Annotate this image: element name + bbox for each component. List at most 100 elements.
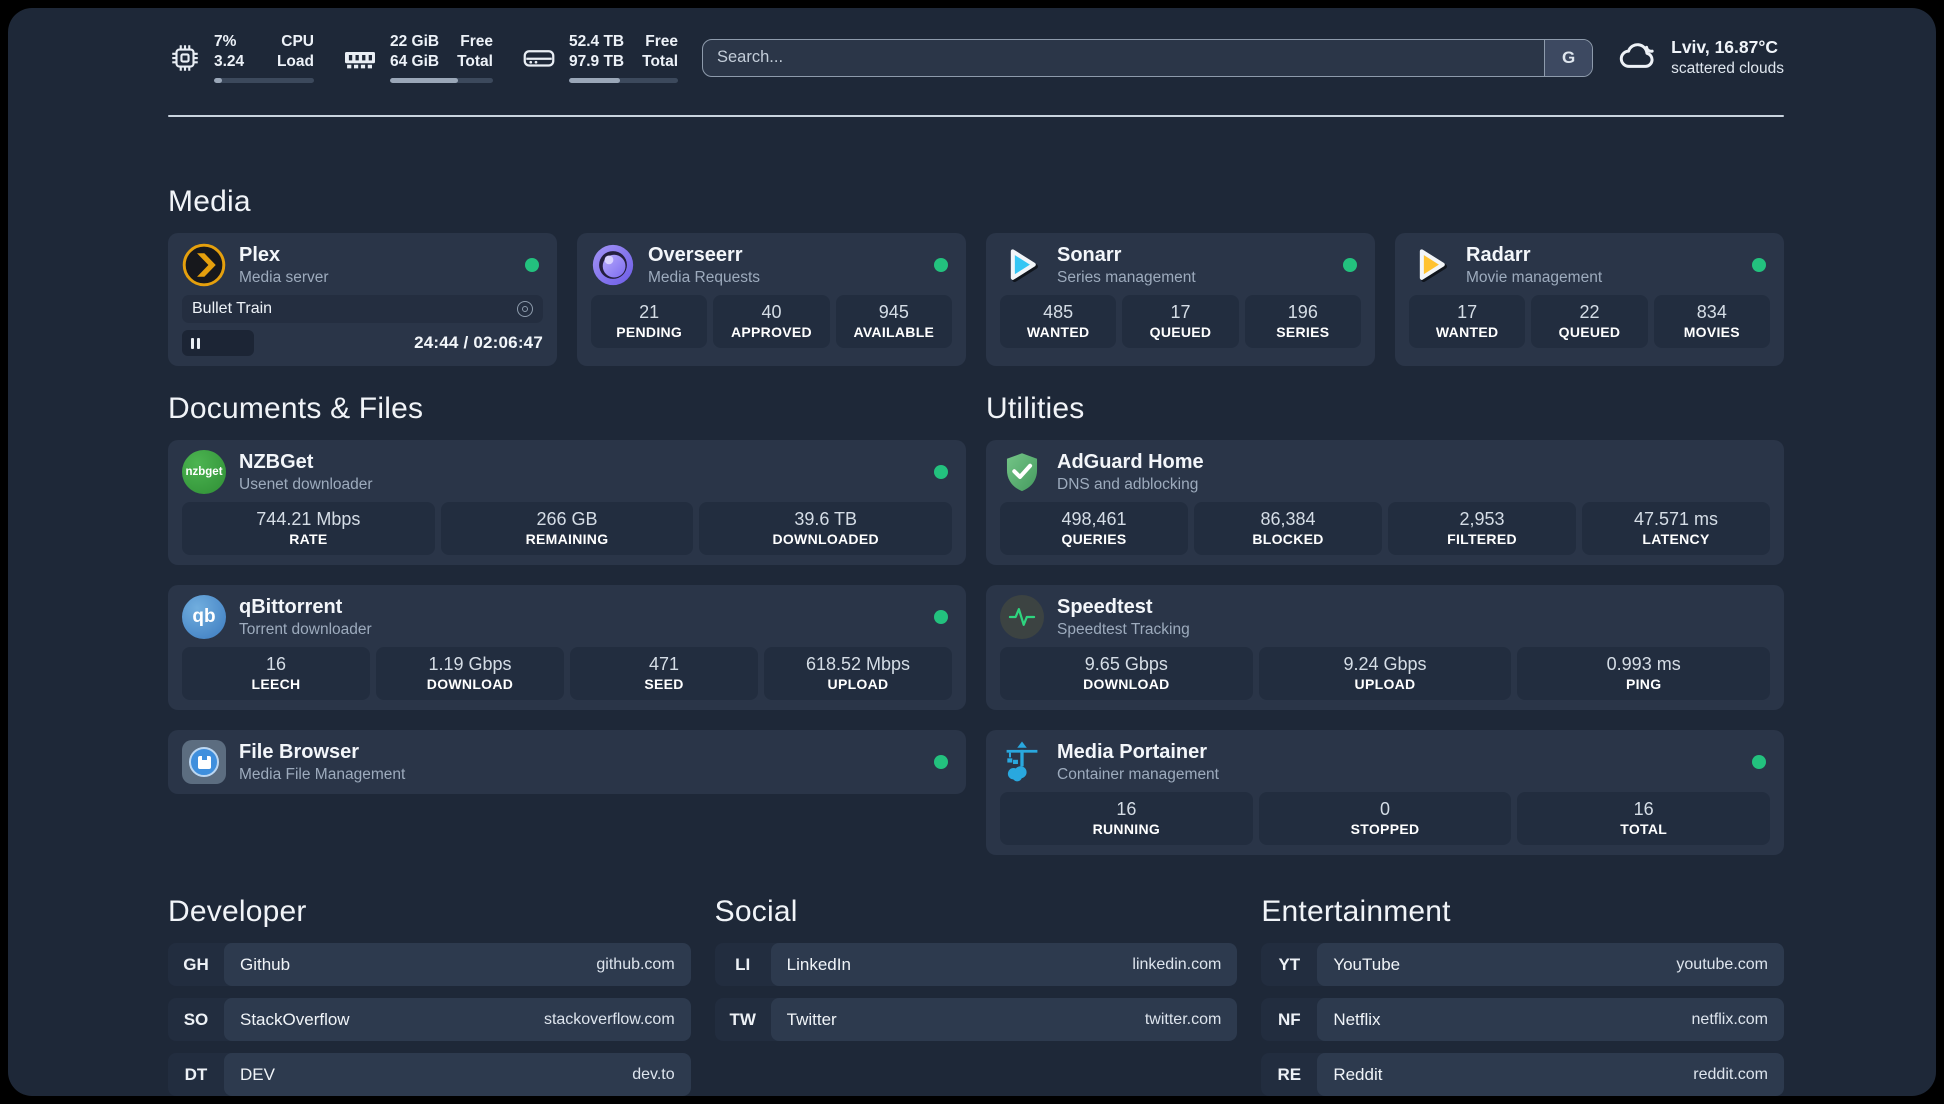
stat-label: APPROVED — [731, 324, 812, 341]
stat-label: RUNNING — [1092, 821, 1161, 838]
stat-label: REMAINING — [525, 531, 609, 548]
card-title: qBittorrent — [239, 596, 343, 619]
link-url: netflix.com — [1691, 1010, 1768, 1028]
stat-label: LEECH — [251, 676, 301, 693]
stat-tile: 9.24 Gbps UPLOAD — [1258, 647, 1512, 701]
filebrowser-icon — [182, 740, 226, 785]
stat-tile: 498,461 QUERIES — [1000, 502, 1188, 556]
link-name: LinkedIn — [786, 954, 851, 974]
status-dot — [1752, 258, 1766, 273]
card-sonarr[interactable]: Sonarr Series management 485 WANTED 17 Q… — [986, 233, 1375, 367]
stat-tile: 471 SEED — [570, 647, 758, 701]
link-linkedin[interactable]: LI LinkedIn linkedin.com — [714, 943, 1238, 987]
section-heading-utilities: Utilities — [986, 392, 1085, 426]
stat-label: WANTED — [1026, 324, 1090, 341]
stat-label: QUEUED — [1558, 324, 1621, 341]
link-url: twitter.com — [1144, 1010, 1222, 1028]
stat-value: 17 — [1457, 302, 1478, 323]
stat-value: 47.571 ms — [1633, 509, 1719, 530]
nzbget-icon: nzbget — [182, 450, 226, 495]
card-overseerr[interactable]: Overseerr Media Requests 21 PENDING 40 A… — [577, 233, 966, 367]
playback-time: 24:44 / 02:06:47 — [414, 333, 543, 353]
header-divider — [168, 115, 1784, 118]
card-subtitle: Torrent downloader — [239, 621, 372, 639]
overseerr-icon — [591, 243, 635, 287]
link-body: YouTube youtube.com — [1317, 943, 1784, 987]
stat-value: 498,461 — [1061, 509, 1127, 530]
card-portainer[interactable]: Media Portainer Container management 16 … — [986, 730, 1784, 856]
card-title: Media Portainer — [1057, 741, 1208, 764]
cpu-stat: 7% 3.24 CPU Load — [168, 32, 314, 84]
stat-label: UPLOAD — [1354, 676, 1416, 693]
link-body: Github github.com — [224, 943, 691, 987]
stat-label: MOVIES — [1683, 324, 1740, 341]
stat-tile: 485 WANTED — [1000, 295, 1117, 349]
stat-label: RATE — [289, 531, 328, 548]
stat-tile: 21 PENDING — [591, 295, 708, 349]
stat-label: AVAILABLE — [853, 324, 935, 341]
stat-label: STOPPED — [1350, 821, 1420, 838]
stat-value: 2,953 — [1459, 509, 1505, 530]
stat-label: QUERIES — [1061, 531, 1127, 548]
stat-value: 86,384 — [1260, 509, 1316, 530]
stat-tile: 744.21 Mbps RATE — [182, 502, 435, 556]
link-reddit[interactable]: RE Reddit reddit.com — [1261, 1053, 1784, 1096]
card-title: NZBGet — [239, 451, 314, 474]
stat-value: 39.6 TB — [794, 509, 858, 530]
google-search-button[interactable]: G — [1544, 39, 1593, 76]
now-playing-icon[interactable] — [517, 301, 533, 318]
stat-value: 485 — [1043, 302, 1074, 323]
link-tag: TW — [729, 1009, 756, 1029]
pause-icon — [191, 337, 200, 349]
section-heading-developer: Developer — [168, 895, 307, 929]
link-stackoverflow[interactable]: SO StackOverflow stackoverflow.com — [168, 998, 691, 1042]
status-dot — [934, 755, 948, 770]
card-plex[interactable]: Plex Media server Bullet Train 24:44 / 0… — [168, 233, 557, 367]
status-dot — [934, 465, 948, 480]
memory-progress-bar — [390, 78, 493, 84]
stat-tile: 16 RUNNING — [1000, 792, 1253, 846]
card-adguard[interactable]: AdGuard Home DNS and adblocking 498,461 … — [986, 440, 1784, 566]
card-filebrowser[interactable]: File Browser Media File Management — [168, 730, 966, 795]
link-youtube[interactable]: YT YouTube youtube.com — [1261, 943, 1784, 987]
stat-value: 266 GB — [536, 509, 598, 530]
stat-tile: 196 SERIES — [1244, 295, 1361, 349]
stat-label: WANTED — [1435, 324, 1499, 341]
plex-icon — [182, 243, 226, 287]
cpu-progress-bar — [214, 78, 314, 84]
stat-value: 16 — [265, 654, 287, 675]
link-body: LinkedIn linkedin.com — [770, 943, 1238, 987]
stat-value: 618.52 Mbps — [805, 654, 911, 675]
topbar: 7% 3.24 CPU Load 22 GiB 64 GiB Free Tota… — [168, 32, 1784, 84]
card-title: Overseerr — [648, 244, 743, 267]
now-playing-widget: Bullet Train 24:44 / 02:06:47 — [182, 295, 543, 357]
link-twitter[interactable]: TW Twitter twitter.com — [714, 998, 1238, 1042]
disk-values: 52.4 TB 97.9 TB — [568, 33, 625, 71]
radarr-icon — [1409, 243, 1453, 287]
disk-progress-bar — [568, 78, 678, 84]
link-dev[interactable]: DT DEV dev.to — [168, 1053, 691, 1096]
card-radarr[interactable]: Radarr Movie management 17 WANTED 22 QUE… — [1395, 233, 1784, 367]
memory-icon — [342, 40, 378, 76]
card-speedtest[interactable]: Speedtest Speedtest Tracking 9.65 Gbps D… — [986, 585, 1784, 711]
link-body: Twitter twitter.com — [770, 998, 1238, 1042]
link-tag: YT — [1278, 954, 1301, 974]
stat-label: DOWNLOAD — [426, 676, 514, 693]
weather-condition: scattered clouds — [1671, 59, 1784, 77]
card-nzbget[interactable]: nzbget NZBGet Usenet downloader 744.21 M… — [168, 440, 966, 566]
stat-tile: 1.19 Gbps DOWNLOAD — [376, 647, 564, 701]
stat-label: SERIES — [1276, 324, 1330, 341]
status-dot — [934, 258, 948, 273]
link-tag: NF — [1277, 1009, 1301, 1029]
playback-progress — [182, 330, 255, 357]
stat-label: LATENCY — [1642, 531, 1710, 548]
card-subtitle: Media File Management — [239, 766, 406, 784]
card-qbittorrent[interactable]: qb qBittorrent Torrent downloader 16 LEE… — [168, 585, 966, 711]
stat-label: PENDING — [616, 324, 683, 341]
link-github[interactable]: GH Github github.com — [168, 943, 691, 987]
search-input[interactable] — [703, 39, 1545, 76]
link-netflix[interactable]: NF Netflix netflix.com — [1261, 998, 1784, 1042]
cpu-icon — [168, 41, 202, 75]
stat-tile: 40 APPROVED — [713, 295, 830, 349]
memory-labels: Free Total — [457, 33, 493, 71]
